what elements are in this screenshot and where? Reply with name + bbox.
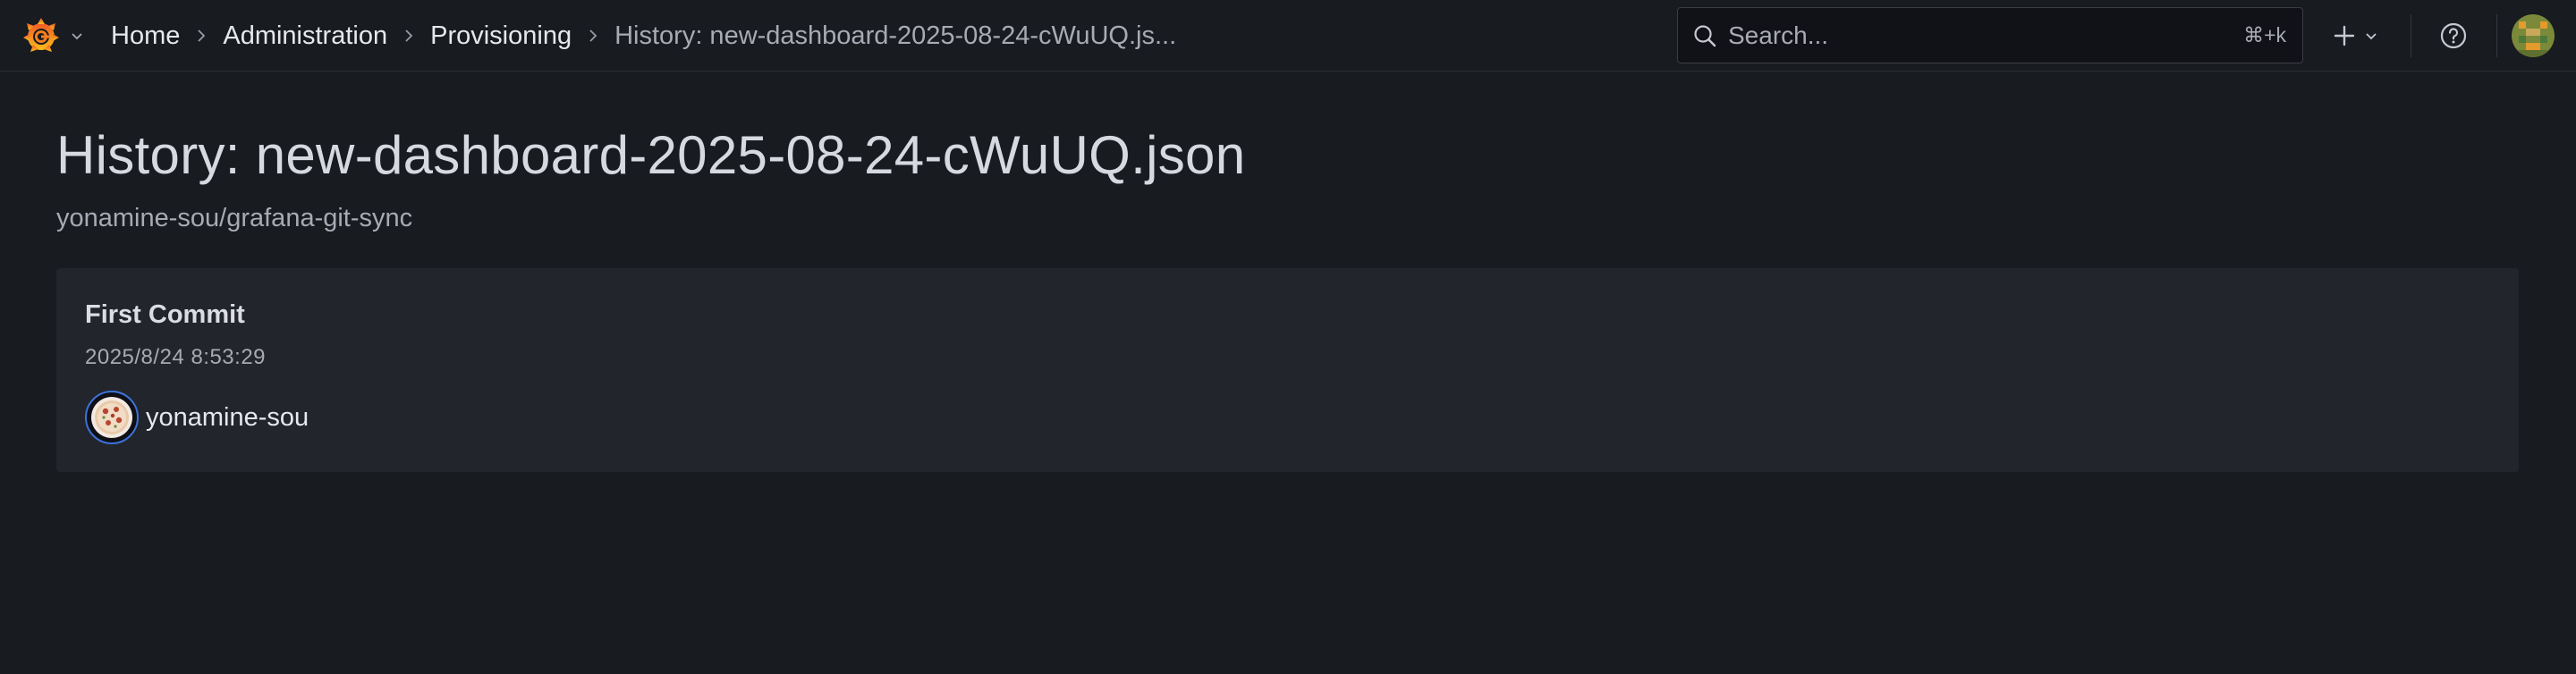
search-placeholder: Search... (1728, 21, 1829, 49)
breadcrumb-home[interactable]: Home (111, 21, 180, 51)
chevron-right-icon (387, 29, 430, 43)
chevron-right-icon (572, 29, 614, 43)
toolbar-divider (2496, 14, 2497, 57)
user-avatar[interactable] (2512, 14, 2555, 57)
home-logo-menu[interactable] (20, 14, 84, 57)
page-title: History: new-dashboard-2025-08-24-cWuUQ.… (56, 125, 1246, 185)
help-button[interactable] (2432, 14, 2475, 57)
pizza-avatar-icon (91, 397, 132, 438)
commit-author: yonamine-sou (85, 391, 309, 444)
add-new-button[interactable] (2324, 14, 2386, 57)
chevron-right-icon (180, 29, 223, 43)
breadcrumb-current: History: new-dashboard-2025-08-24-cWuUQ.… (614, 21, 1177, 50)
grafana-logo-icon (23, 18, 59, 52)
chevron-down-icon (72, 33, 82, 40)
pixel-avatar-icon (2512, 14, 2555, 57)
commit-timestamp: 2025/8/24 8:53:29 (85, 345, 267, 369)
help-icon (2440, 22, 2467, 49)
plus-icon (2334, 25, 2355, 46)
breadcrumb: Home Administration Provisioning History… (111, 0, 1176, 72)
top-bar: Home Administration Provisioning History… (0, 0, 2576, 72)
breadcrumb-administration[interactable]: Administration (223, 21, 387, 51)
repository-name: yonamine-sou/grafana-git-sync (56, 204, 413, 232)
search-icon (1692, 23, 1717, 48)
author-avatar (85, 391, 139, 444)
commit-message: First Commit (85, 300, 245, 329)
commit-card: First Commit 2025/8/24 8:53:29 yonamine-… (56, 268, 2519, 472)
author-name: yonamine-sou (146, 402, 309, 432)
search-input[interactable]: Search... ⌘+k (1677, 7, 2303, 63)
breadcrumb-provisioning[interactable]: Provisioning (430, 21, 572, 51)
chevron-down-icon (2366, 33, 2377, 40)
search-shortcut: ⌘+k (2243, 23, 2286, 46)
